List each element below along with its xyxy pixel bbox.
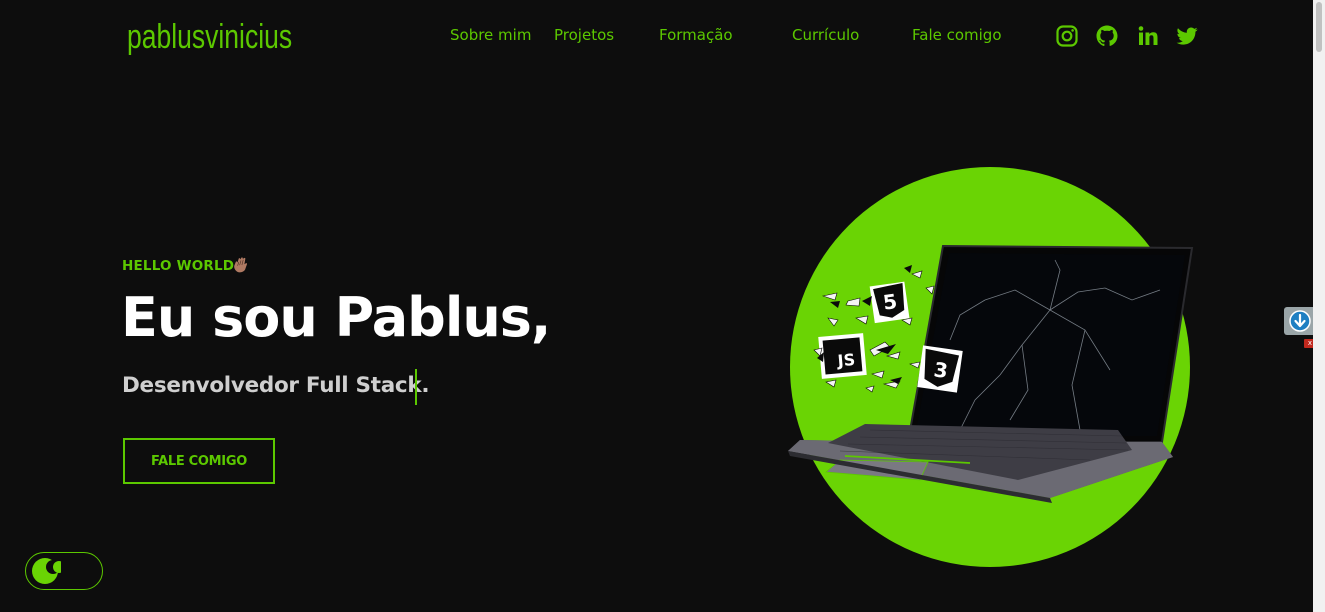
theme-toggle[interactable] bbox=[25, 552, 103, 590]
scrollbar-thumb[interactable] bbox=[1316, 2, 1322, 52]
hero-headline: Eu sou Pablus, bbox=[121, 286, 551, 349]
github-icon[interactable] bbox=[1095, 24, 1119, 48]
waving-hand-icon bbox=[234, 257, 248, 273]
instagram-icon[interactable] bbox=[1055, 24, 1079, 48]
javascript-badge: JS bbox=[818, 333, 867, 379]
download-icon bbox=[1289, 310, 1311, 332]
page-scrollbar[interactable] bbox=[1313, 0, 1325, 612]
hero-illustration: 5 JS 3 bbox=[788, 167, 1194, 567]
moon-icon bbox=[32, 558, 61, 584]
download-widget[interactable] bbox=[1284, 307, 1316, 335]
nav-curriculo[interactable]: Currículo bbox=[792, 26, 859, 44]
site-logo[interactable]: pablusvinicius bbox=[127, 18, 292, 57]
nav-sobre-mim[interactable]: Sobre mim bbox=[450, 26, 531, 44]
greeting-label: HELLO WORLD bbox=[122, 258, 235, 274]
hero-subtitle: Desenvolvedor Full Stack. bbox=[122, 373, 430, 398]
nav-formacao[interactable]: Formação bbox=[659, 26, 733, 44]
nav-projetos[interactable]: Projetos bbox=[554, 26, 614, 44]
fale-comigo-button[interactable]: FALE COMIGO bbox=[123, 438, 275, 484]
nav-fale-comigo[interactable]: Fale comigo bbox=[912, 26, 1002, 44]
typing-cursor bbox=[415, 369, 417, 405]
linkedin-icon[interactable] bbox=[1136, 24, 1160, 48]
css3-badge: 3 bbox=[917, 345, 963, 393]
twitter-icon[interactable] bbox=[1175, 24, 1199, 48]
page: pablusvinicius Sobre mim Projetos Formaç… bbox=[0, 0, 1325, 612]
html5-badge: 5 bbox=[869, 281, 910, 324]
javascript-badge-label: JS bbox=[836, 350, 856, 371]
